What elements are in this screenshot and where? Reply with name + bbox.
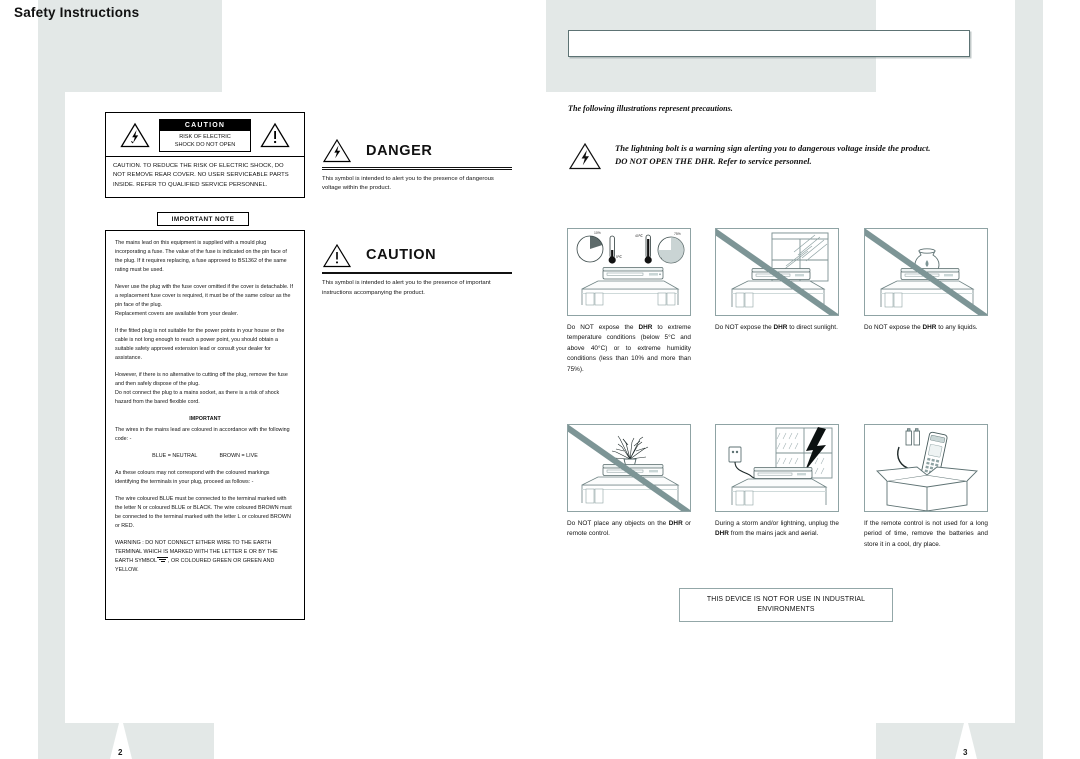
note-paragraph-6: Do not connect the plug to a mains socke…: [115, 390, 280, 405]
caution-label: CAUTION: [366, 247, 437, 264]
svg-text:75%: 75%: [674, 232, 681, 236]
lightning-bolt-triangle-icon: [120, 122, 150, 148]
illustration-objects-on-top: [567, 424, 691, 512]
svg-text:40℃: 40℃: [635, 234, 643, 238]
right-page-gray-right: [1015, 0, 1043, 723]
important-intro-text: The wires in the mains lead are coloured…: [115, 426, 290, 442]
left-page-content: CAUTION RISK OF ELECTRIC SHOCK DO NOT OP…: [105, 112, 305, 621]
note-paragraph-4: If the fitted plug is not suitable for t…: [115, 328, 285, 362]
caption-pre: Do NOT expose the: [715, 324, 774, 331]
wire-colour-code: BLUE = NEUTRAL BROWN = LIVE: [115, 452, 295, 461]
caution-symbol-block: CAUTION This symbol is intended to alert…: [322, 243, 512, 299]
svg-text:5℃: 5℃: [616, 255, 622, 259]
left-page-number: 2: [118, 748, 123, 757]
lightning-bolt-warning: The lightning bolt is a warning sign ale…: [568, 142, 1004, 171]
caption-temperature-humidity: Do NOT expose the DHR to extreme tempera…: [567, 323, 691, 375]
caution-divider: [322, 271, 512, 275]
caption-pre: Do NOT expose the: [567, 324, 639, 331]
industrial-use-notice: THIS DEVICE IS NOT FOR USE IN INDUSTRIAL…: [679, 588, 893, 622]
illustration-storm-unplug: [715, 424, 839, 512]
danger-label: DANGER: [366, 142, 433, 159]
industrial-notice-line2: ENVIRONMENTS: [757, 606, 815, 613]
precaution-panel-objects-on-top: Do NOT place any objects on the DHR or r…: [567, 424, 691, 540]
exclamation-triangle-icon: [322, 243, 352, 268]
precaution-panel-liquids: Do NOT expose the DHR to any liquids.: [864, 228, 988, 333]
symbol-legend-column: DANGER This symbol is intended to alert …: [322, 138, 512, 298]
caption-liquids: Do NOT expose the DHR to any liquids.: [864, 323, 988, 333]
note-paragraph-5: However, if there is no alternative to c…: [115, 372, 288, 388]
important-note-label: IMPORTANT NOTE: [157, 212, 249, 227]
danger-symbol-block: DANGER This symbol is intended to alert …: [322, 138, 512, 194]
left-page-gray-left: [38, 0, 65, 723]
caption-bold: DHR: [638, 324, 653, 331]
precaution-panel-temperature-humidity: 10% • 5℃ 40℃ 75% • Do NOT expose the DHR…: [567, 228, 691, 375]
caption-storm-unplug: During a storm and/or lightning, unplug …: [715, 519, 839, 540]
right-page-number: 3: [963, 748, 968, 757]
wire-instructions-text: The wire coloured BLUE must be connected…: [115, 495, 292, 529]
illustration-liquids: [864, 228, 988, 316]
earth-ground-symbol-icon: [157, 556, 169, 563]
precaution-panel-storm-unplug: During a storm and/or lightning, unplug …: [715, 424, 839, 540]
caution-subtitle: RISK OF ELECTRIC SHOCK DO NOT OPEN: [159, 131, 251, 152]
caption-remote-battery-storage: If the remote control is not used for a …: [864, 519, 988, 550]
caption-post: to direct sunlight.: [787, 324, 838, 331]
earth-warning-text: WARNING : DO NOT CONNECT EITHER WIRE TO …: [115, 539, 295, 575]
exclamation-triangle-icon: [260, 122, 290, 148]
precautions-intro: The following illustrations represent pr…: [568, 104, 733, 113]
important-note-box: The mains lead on this equipment is supp…: [105, 230, 305, 621]
caption-bold: DHR: [715, 530, 729, 538]
caption-pre: During a storm and/or lightning, unplug …: [715, 520, 839, 527]
lightning-bolt-warning-text: The lightning bolt is a warning sign ale…: [615, 142, 930, 168]
precaution-panel-remote-battery-storage: If the remote control is not used for a …: [864, 424, 988, 550]
caption-objects-on-top: Do NOT place any objects on the DHR or r…: [567, 519, 691, 540]
note-paragraph-2: Never use the plug with the fuse cover o…: [115, 284, 293, 309]
caution-description: This symbol is intended to alert you to …: [322, 280, 491, 296]
caption-post: to any liquids.: [936, 324, 978, 331]
caution-title-group: CAUTION RISK OF ELECTRIC SHOCK DO NOT OP…: [159, 119, 251, 152]
illustration-remote-battery-storage: [864, 424, 988, 512]
note-paragraph-3: Replacement covers are available from yo…: [115, 311, 239, 318]
page-title: Safety Instructions: [14, 5, 140, 20]
wire-colour-brown: BROWN = LIVE: [219, 452, 258, 459]
svg-text:•: •: [661, 256, 662, 260]
caution-body-text: CAUTION. TO REDUCE THE RISK OF ELECTRIC …: [113, 162, 289, 188]
lightning-bolt-triangle-icon: [322, 138, 352, 163]
illustration-temperature-humidity: 10% • 5℃ 40℃ 75% •: [567, 228, 691, 316]
page-header-box: [568, 30, 970, 57]
caution-subtitle-line1: RISK OF ELECTRIC: [179, 133, 231, 140]
caption-bold: DHR: [773, 324, 788, 331]
caption-post: from the mains jack and aerial.: [728, 530, 819, 538]
lightning-bolt-triangle-icon: [568, 142, 602, 171]
caution-title-bar: CAUTION: [159, 119, 251, 131]
danger-symbol-row: DANGER: [322, 138, 512, 163]
caption-bold: DHR: [668, 520, 683, 527]
note-paragraph-1: The mains lead on this equipment is supp…: [115, 240, 287, 274]
caption-bold: DHR: [922, 324, 937, 331]
caption-post: to extreme temperature conditions (below…: [567, 324, 691, 373]
caption-direct-sunlight: Do NOT expose the DHR to direct sunlight…: [715, 323, 839, 333]
important-heading: IMPORTANT: [189, 415, 221, 422]
caption-pre: Do NOT expose the: [864, 324, 923, 331]
industrial-notice-line1: THIS DEVICE IS NOT FOR USE IN INDUSTRIAL: [706, 596, 866, 603]
bolt-warning-line1: The lightning bolt is a warning sign ale…: [615, 143, 931, 153]
right-page-surface: [546, 92, 1015, 723]
bolt-warning-line2: DO NOT OPEN THE DHR. Refer to service pe…: [615, 156, 812, 167]
caution-box-header: CAUTION RISK OF ELECTRIC SHOCK DO NOT OP…: [106, 113, 304, 157]
electric-shock-caution-box: CAUTION RISK OF ELECTRIC SHOCK DO NOT OP…: [105, 112, 305, 199]
caution-symbol-row: CAUTION: [322, 243, 512, 268]
caution-subtitle-line2: SHOCK DO NOT OPEN: [174, 141, 236, 148]
danger-description: This symbol is intended to alert you to …: [322, 175, 494, 192]
caption-pre: Do NOT place any objects on the: [567, 520, 669, 527]
illustration-direct-sunlight: [715, 228, 839, 316]
danger-divider: [322, 167, 512, 170]
precaution-panel-direct-sunlight: Do NOT expose the DHR to direct sunlight…: [715, 228, 839, 333]
colour-mismatch-text: As these colours may not correspond with…: [115, 469, 270, 485]
svg-text:•: •: [579, 255, 580, 259]
svg-text:10%: 10%: [594, 231, 601, 235]
caption-pre: If the remote control is not used for a …: [864, 520, 988, 548]
wire-colour-blue: BLUE = NEUTRAL: [152, 452, 198, 459]
